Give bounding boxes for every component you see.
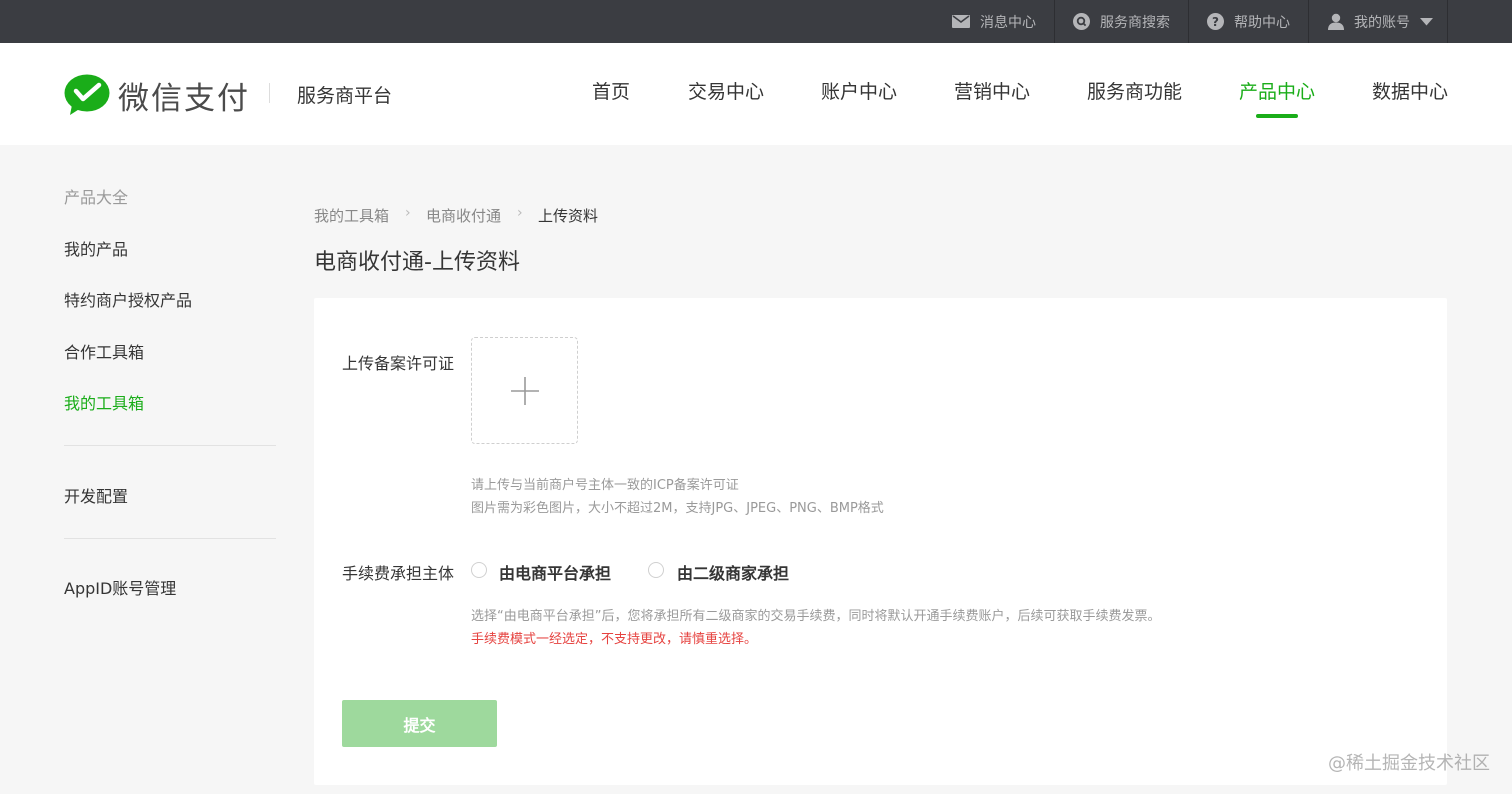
messages-label: 消息中心 — [980, 14, 1036, 31]
search-icon — [1073, 13, 1090, 30]
account-menu[interactable]: 我的账号 — [1328, 0, 1433, 43]
search-label: 服务商搜索 — [1100, 14, 1170, 31]
search-link[interactable]: 服务商搜索 — [1073, 0, 1170, 43]
help-icon: ? — [1207, 13, 1224, 30]
messages-link[interactable]: 消息中心 — [952, 0, 1036, 43]
topbar-divider — [1447, 0, 1448, 43]
nav-home[interactable]: 首页 — [592, 77, 630, 104]
upload-hint-2: 图片需为彩色图片，大小不超过2M，支持JPG、JPEG、PNG、BMP格式 — [471, 501, 884, 516]
topbar-divider — [1188, 0, 1189, 43]
upload-hint-1: 请上传与当前商户号主体一致的ICP备案许可证 — [471, 478, 739, 493]
breadcrumb-ecommerce[interactable]: 电商收付通 — [426, 205, 501, 226]
sidebar-item-appid[interactable]: AppID账号管理 — [64, 575, 176, 599]
radio-label-merchant-bears[interactable]: 由二级商家承担 — [677, 560, 789, 584]
main-header: 微信支付 服务商平台 首页 交易中心 账户中心 营销中心 服务商功能 产品中心 … — [0, 43, 1512, 145]
nav-marketing-center[interactable]: 营销中心 — [954, 77, 1030, 104]
mail-icon — [952, 15, 970, 28]
account-label: 我的账号 — [1354, 14, 1410, 31]
sidebar-item-authorized-products[interactable]: 特约商户授权产品 — [64, 287, 192, 311]
page-title: 电商收付通-上传资料 — [314, 250, 520, 275]
fee-hint: 选择“由电商平台承担”后，您将承担所有二级商家的交易手续费，同时将默认开通手续费… — [471, 609, 1161, 624]
upload-label: 上传备案许可证 — [342, 354, 455, 373]
logo-divider — [269, 83, 270, 103]
submit-button[interactable]: 提交 — [342, 700, 497, 747]
nav-trade-center[interactable]: 交易中心 — [688, 77, 764, 104]
watermark: @稀土掘金技术社区 — [1328, 753, 1490, 774]
nav-provider-functions[interactable]: 服务商功能 — [1087, 77, 1182, 104]
sidebar-category: 产品大全 — [64, 188, 129, 207]
plus-icon — [510, 376, 539, 405]
user-icon — [1328, 13, 1344, 30]
logo-text: 微信支付 — [118, 81, 250, 117]
help-link[interactable]: ? 帮助中心 — [1207, 0, 1290, 43]
topbar-divider — [1054, 0, 1055, 43]
nav-product-center[interactable]: 产品中心 — [1239, 77, 1315, 104]
nav-account-center[interactable]: 账户中心 — [821, 77, 897, 104]
fee-warning: 手续费模式一经选定，不支持更改，请慎重选择。 — [471, 632, 758, 647]
top-bar: 消息中心 服务商搜索 ? 帮助中心 我的账号 — [0, 0, 1512, 43]
breadcrumb-chevron-icon: › — [517, 205, 523, 221]
breadcrumb-chevron-icon: › — [405, 205, 411, 221]
active-nav-indicator — [1256, 114, 1298, 118]
breadcrumb-my-toolbox[interactable]: 我的工具箱 — [314, 205, 389, 226]
breadcrumb-current: 上传资料 — [538, 207, 599, 225]
platform-name: 服务商平台 — [297, 85, 393, 107]
sidebar-item-my-products[interactable]: 我的产品 — [64, 236, 128, 260]
upload-box[interactable] — [471, 337, 578, 444]
sidebar-divider — [64, 538, 276, 539]
nav-data-center[interactable]: 数据中心 — [1372, 77, 1448, 104]
sidebar-item-dev-config[interactable]: 开发配置 — [64, 483, 128, 507]
sidebar-divider — [64, 445, 276, 446]
sidebar-item-partner-toolbox[interactable]: 合作工具箱 — [64, 339, 144, 363]
help-label: 帮助中心 — [1234, 14, 1290, 31]
chevron-down-icon — [1420, 17, 1433, 25]
radio-merchant-bears[interactable] — [648, 562, 664, 578]
radio-platform-bears[interactable] — [471, 562, 487, 578]
sidebar-item-my-toolbox[interactable]: 我的工具箱 — [64, 390, 144, 414]
radio-label-platform-bears[interactable]: 由电商平台承担 — [499, 560, 611, 584]
wechat-pay-logo-icon[interactable] — [64, 74, 110, 120]
topbar-divider — [1308, 0, 1309, 43]
fee-label: 手续费承担主体 — [342, 564, 455, 583]
svg-text:?: ? — [1212, 15, 1219, 29]
